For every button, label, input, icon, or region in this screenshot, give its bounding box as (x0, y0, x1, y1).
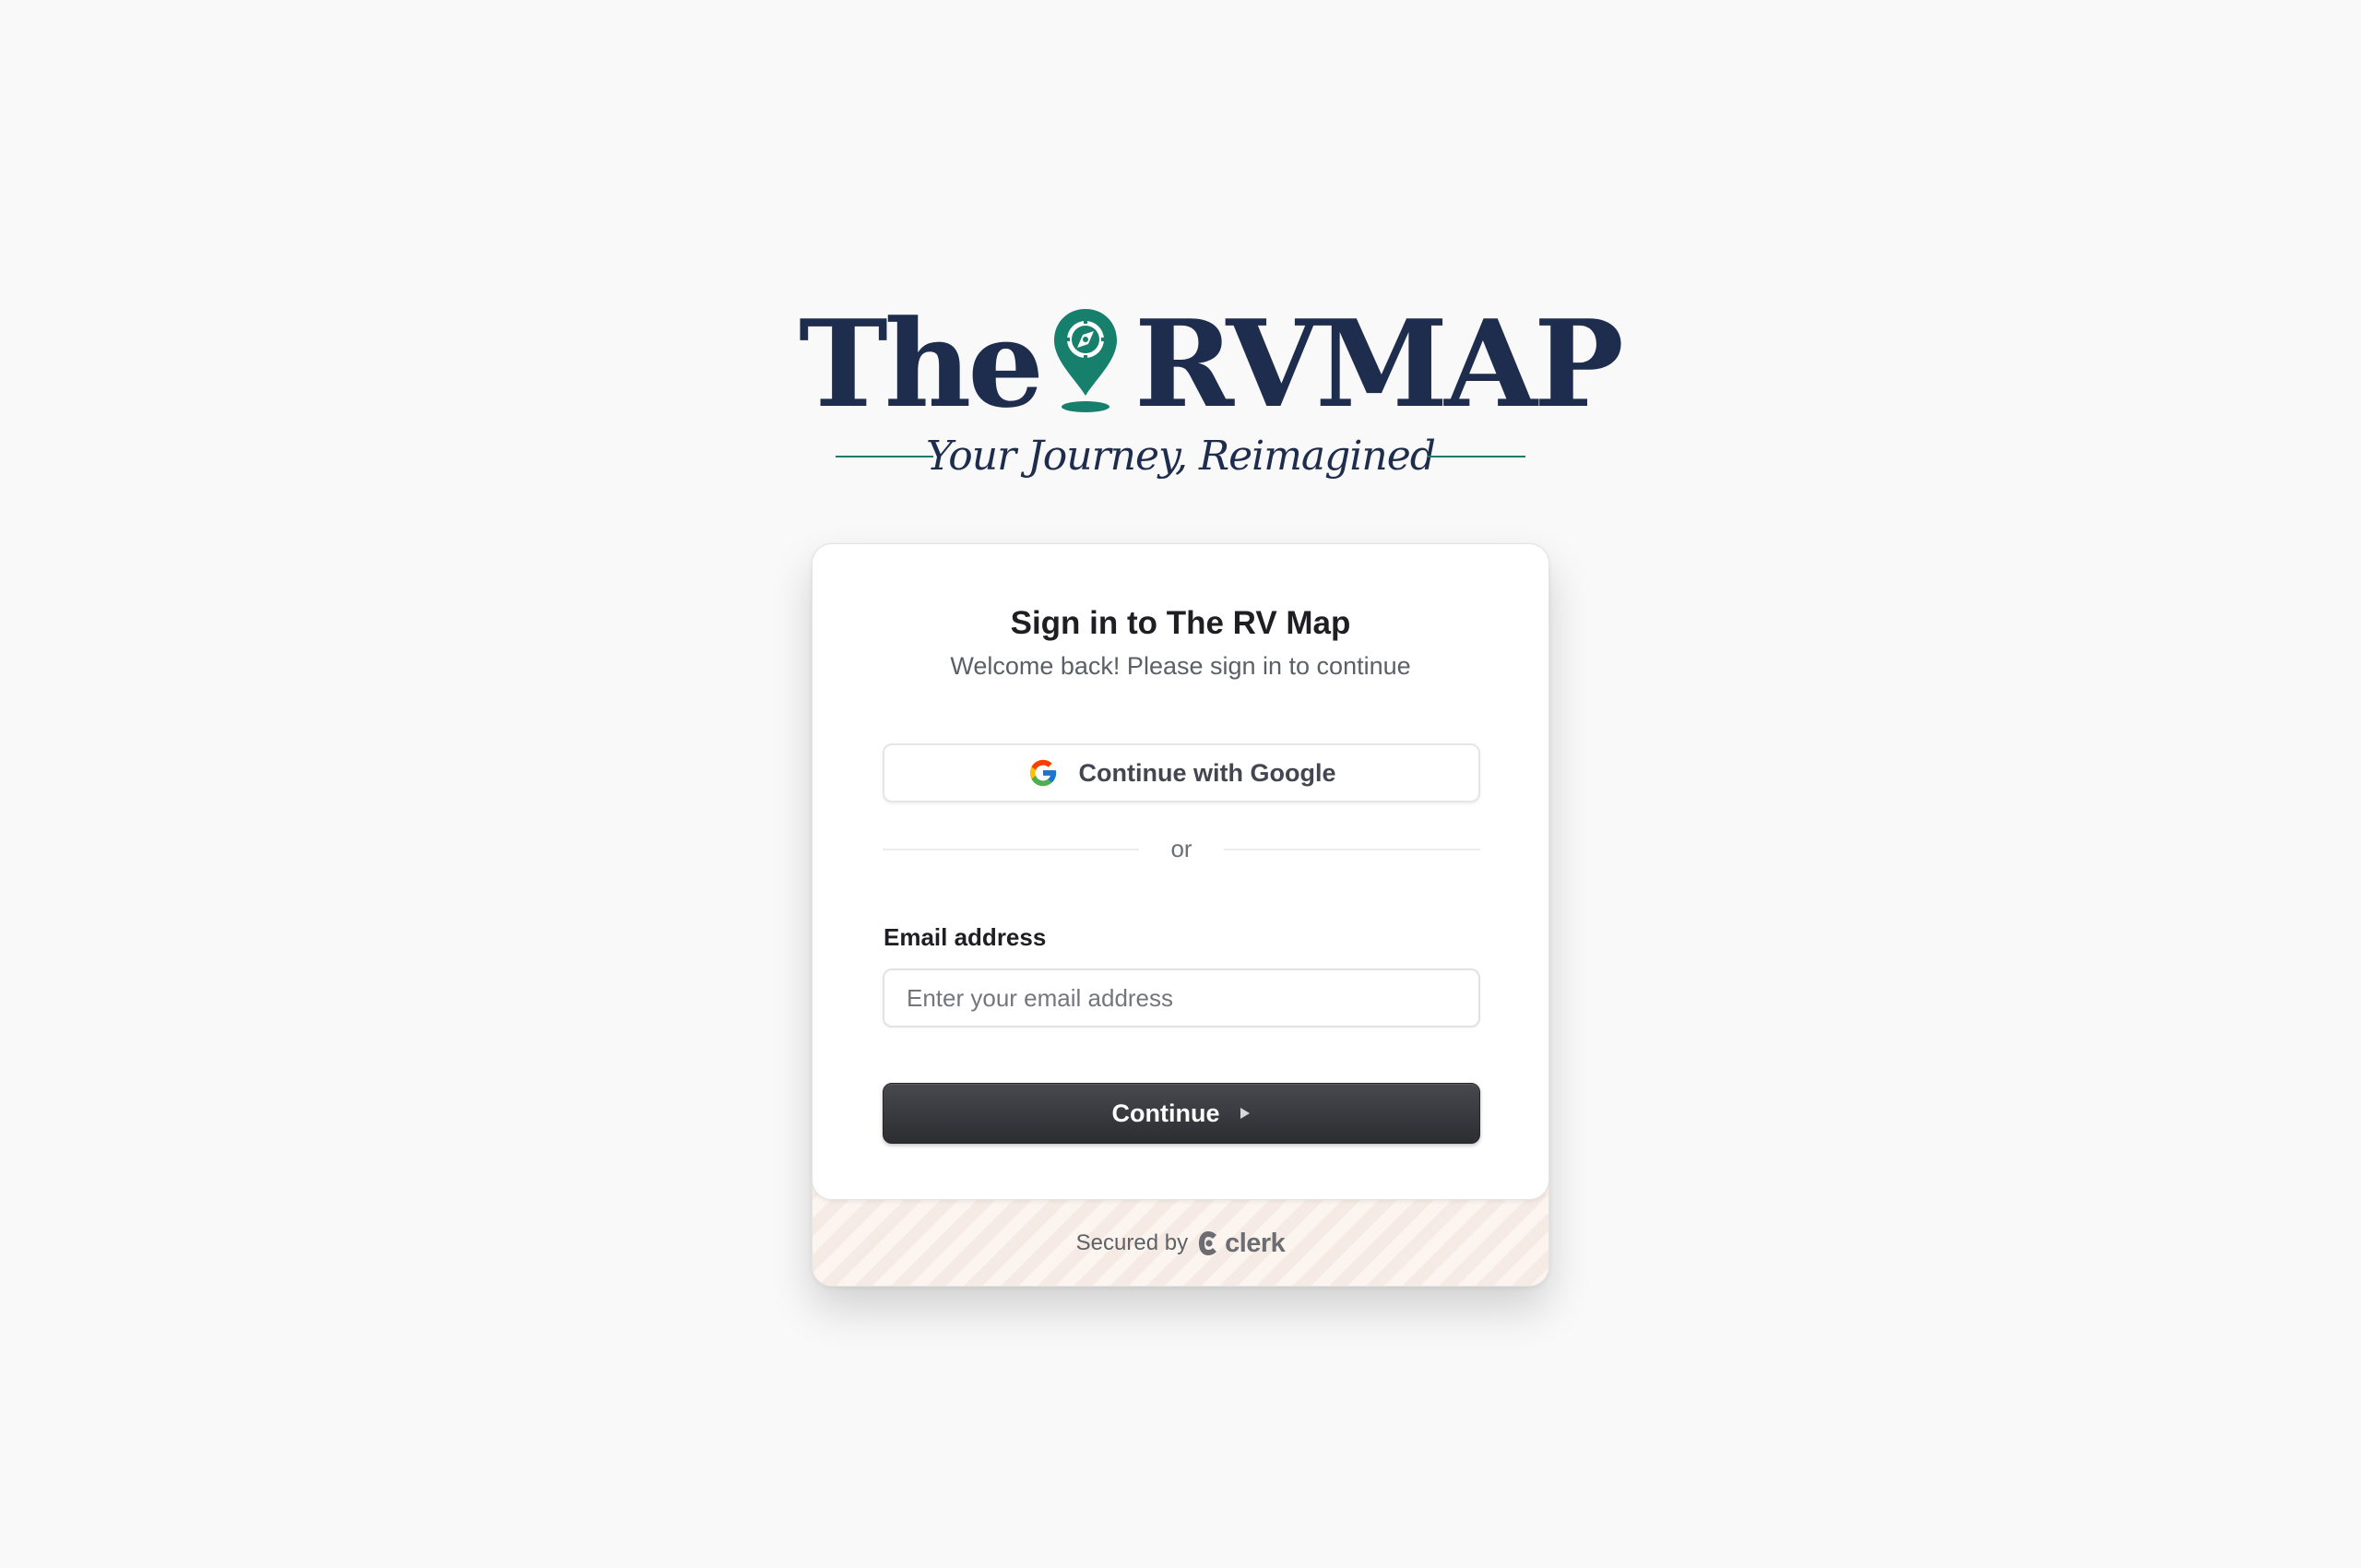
or-divider: or (883, 830, 1480, 867)
logo-word-rvmap: RVMAP (1134, 293, 1624, 434)
card-subtitle: Welcome back! Please sign in to continue (950, 652, 1411, 680)
sign-in-card: Sign in to The RV Map Welcome back! Plea… (812, 543, 1549, 1287)
google-button-label: Continue with Google (1078, 758, 1336, 787)
clerk-logo[interactable]: clerk (1197, 1228, 1286, 1259)
continue-button[interactable]: Continue (883, 1083, 1480, 1144)
secured-by-text: Secured by (1075, 1230, 1189, 1255)
continue-button-label: Continue (1111, 1099, 1220, 1127)
tagline-rule-right (1428, 456, 1525, 457)
clerk-brand-text: clerk (1225, 1228, 1286, 1258)
map-pin-compass-icon (1054, 309, 1117, 412)
tagline-row: Your Journey, Reimagined (0, 429, 2361, 484)
google-icon (1029, 759, 1056, 787)
tagline: Your Journey, Reimagined (926, 433, 1436, 480)
divider-line-right (1224, 849, 1480, 850)
card-title: Sign in to The RV Map (1010, 605, 1351, 641)
triangle-right-icon (1240, 1108, 1251, 1119)
continue-with-google-button[interactable]: Continue with Google (883, 743, 1480, 802)
brand-logo: The RVMAP (0, 300, 2361, 429)
card-body: Sign in to The RV Map Welcome back! Plea… (813, 544, 1548, 1200)
clerk-icon (1199, 1231, 1217, 1255)
logo-word-the: The (799, 293, 1044, 434)
secured-by-footer: Secured by clerk (813, 1225, 1548, 1262)
email-input[interactable] (883, 968, 1480, 1028)
email-label: Email address (884, 923, 1047, 951)
